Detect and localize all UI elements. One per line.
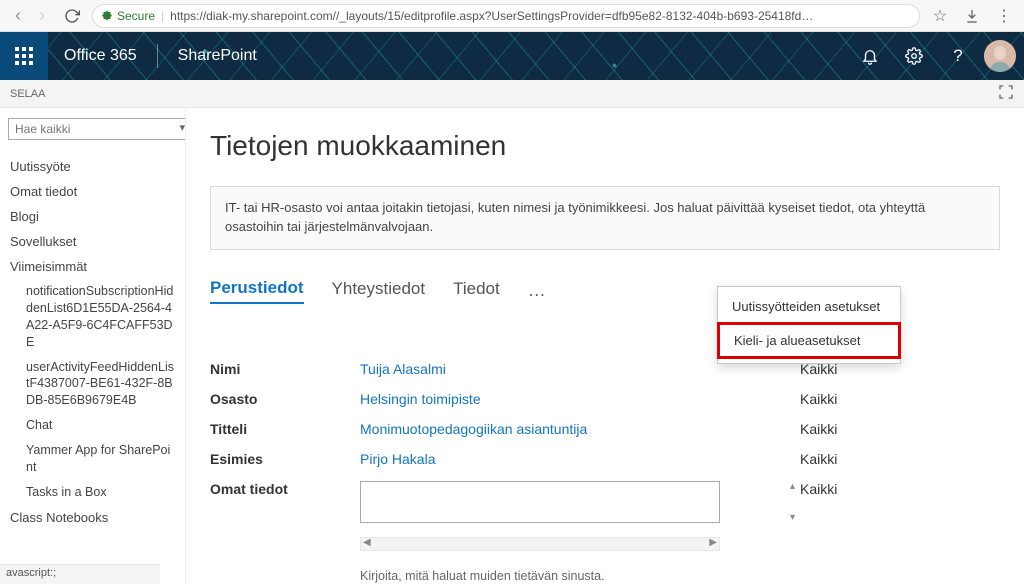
url-text: https://diak-my.sharepoint.com//_layouts… [170, 9, 813, 23]
prop-vis-about: Kaikki [800, 481, 1000, 523]
sidebar-recent-item[interactable]: Yammer App for SharePoint [26, 438, 177, 480]
sidebar-item-recent[interactable]: Viimeisimmät [8, 254, 177, 279]
textarea-scrollbar[interactable]: ▴▾ [790, 481, 806, 523]
search-input[interactable] [8, 118, 186, 140]
focus-content-icon[interactable] [998, 84, 1014, 103]
prop-label-manager: Esimies [210, 451, 360, 467]
sidebar-item-apps[interactable]: Sovellukset [8, 229, 177, 254]
sidebar-recent-item[interactable]: notificationSubscriptionHiddenList6D1E55… [26, 279, 177, 355]
browser-menu-icon[interactable]: ⋮ [992, 4, 1016, 28]
nav-button-group [8, 6, 52, 26]
sidebar-item-classnotebooks[interactable]: Class Notebooks [8, 505, 177, 530]
menu-item-newsfeed-settings[interactable]: Uutissyötteiden asetukset [718, 291, 900, 322]
tab-contact[interactable]: Yhteystiedot [332, 279, 426, 303]
browse-tab[interactable]: SELAA [10, 88, 45, 100]
settings-gear-icon[interactable] [892, 32, 936, 80]
prop-value-manager[interactable]: Pirjo Hakala [360, 451, 800, 467]
sidebar-item-mydetails[interactable]: Omat tiedot [8, 179, 177, 204]
brand-divider [157, 44, 158, 68]
help-icon[interactable]: ? [936, 32, 980, 80]
prop-value-dept[interactable]: Helsingin toimipiste [360, 391, 800, 407]
user-avatar[interactable] [984, 40, 1016, 72]
sidebar-item-blog[interactable]: Blogi [8, 204, 177, 229]
prop-vis-dept: Kaikki [800, 391, 1000, 407]
reload-button[interactable] [60, 4, 84, 28]
prop-vis-title: Kaikki [800, 421, 1000, 437]
secure-label: Secure [117, 9, 155, 23]
prop-label-about: Omat tiedot [210, 481, 360, 523]
back-button[interactable] [8, 6, 28, 26]
notifications-icon[interactable] [848, 32, 892, 80]
main-content: Tietojen muokkaaminen IT- tai HR-osasto … [186, 108, 1024, 584]
tab-details[interactable]: Tiedot [453, 279, 500, 303]
menu-item-language-settings[interactable]: Kieli- ja alueasetukset [717, 322, 901, 359]
forward-button[interactable] [32, 6, 52, 26]
sidebar-recent-list: notificationSubscriptionHiddenList6D1E55… [8, 279, 177, 505]
sidebar: Uutissyöte Omat tiedot Blogi Sovellukset… [0, 108, 186, 584]
tabs-overflow-menu: Uutissyötteiden asetukset Kieli- ja alue… [717, 286, 901, 364]
sidebar-recent-item[interactable]: Tasks in a Box [26, 480, 177, 505]
download-icon[interactable] [960, 4, 984, 28]
prop-label-name: Nimi [210, 361, 360, 377]
office-link[interactable]: Office 365 [48, 47, 153, 65]
bookmark-star-icon[interactable]: ☆ [928, 4, 952, 28]
address-bar[interactable]: Secure | https://diak-my.sharepoint.com/… [92, 4, 920, 28]
info-box: IT- tai HR-osasto voi antaa joitakin tie… [210, 186, 1000, 250]
search-row [8, 118, 177, 140]
tab-more-icon[interactable]: … [528, 280, 548, 301]
ribbon: SELAA [0, 80, 1024, 108]
sidebar-recent-item[interactable]: userActivityFeedHiddenListF4387007-BE61-… [26, 355, 177, 414]
sidebar-item-newsfeed[interactable]: Uutissyöte [8, 154, 177, 179]
profile-properties: Kuka voi nähdä? Nimi Tuija Alasalmi Kaik… [210, 332, 1000, 583]
prop-label-dept: Osasto [210, 391, 360, 407]
waffle-icon [15, 47, 33, 65]
suite-bar: Office 365 SharePoint ? [0, 32, 1024, 80]
about-me-textarea[interactable] [360, 481, 720, 523]
prop-label-title: Titteli [210, 421, 360, 437]
sidebar-recent-item[interactable]: Chat [26, 413, 177, 438]
prop-vis-manager: Kaikki [800, 451, 1000, 467]
prop-value-title[interactable]: Monimuotopedagogiikan asiantuntija [360, 421, 800, 437]
sharepoint-link[interactable]: SharePoint [162, 47, 273, 65]
page-title: Tietojen muokkaaminen [210, 130, 1000, 162]
tab-basic[interactable]: Perustiedot [210, 278, 304, 304]
browser-chrome: Secure | https://diak-my.sharepoint.com/… [0, 0, 1024, 32]
about-helper-text: Kirjoita, mitä haluat muiden tietävän si… [360, 569, 800, 583]
app-launcher-button[interactable] [0, 32, 48, 80]
content-area: Uutissyöte Omat tiedot Blogi Sovellukset… [0, 108, 1024, 584]
secure-badge: Secure [101, 9, 155, 23]
browser-status-bar: avascript:; [0, 564, 160, 584]
textarea-hscroll[interactable] [360, 537, 720, 551]
